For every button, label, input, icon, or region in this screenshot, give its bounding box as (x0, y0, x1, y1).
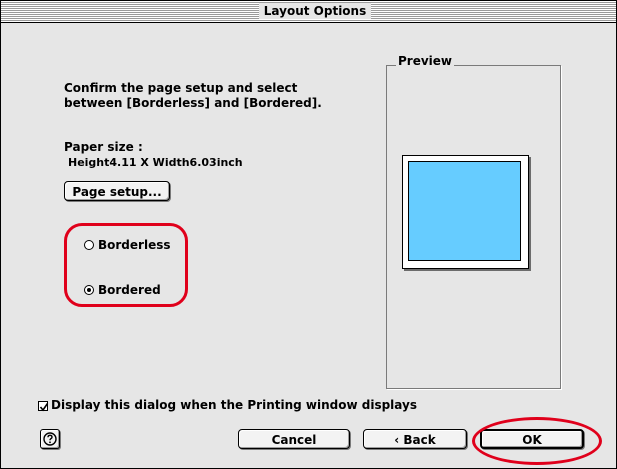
display-dialog-checkbox[interactable] (38, 401, 49, 412)
ok-button[interactable]: OK (480, 429, 584, 449)
bordered-radio-icon[interactable] (84, 285, 94, 295)
cancel-button[interactable]: Cancel (238, 429, 350, 449)
page-setup-button[interactable]: Page setup... (64, 181, 170, 201)
instruction-line-1: Confirm the page setup and select (64, 81, 298, 95)
paper-size-label: Paper size : (64, 140, 143, 154)
borderless-option[interactable]: Borderless (84, 237, 171, 253)
dialog-title: Layout Options (259, 3, 371, 19)
back-button[interactable]: ‹ Back (363, 429, 467, 449)
title-bar[interactable]: Layout Options (1, 1, 616, 23)
checkmark-icon (39, 403, 49, 412)
paper-size-value: Height4.11 X Width6.03inch (68, 156, 243, 169)
preview-image-area (408, 161, 521, 261)
borderless-label: Borderless (98, 238, 171, 252)
bordered-option[interactable]: Bordered (84, 282, 161, 298)
display-dialog-label[interactable]: Display this dialog when the Printing wi… (51, 398, 417, 413)
bordered-label: Bordered (98, 283, 161, 297)
preview-label: Preview (396, 54, 455, 69)
question-mark-icon (43, 432, 57, 446)
borderless-radio-icon[interactable] (84, 240, 94, 250)
instruction-line-2: between [Borderless] and [Bordered]. (64, 96, 322, 110)
preview-paper (402, 155, 529, 269)
layout-options-dialog: Layout Options Confirm the page setup an… (0, 0, 617, 469)
help-button[interactable] (40, 429, 60, 449)
